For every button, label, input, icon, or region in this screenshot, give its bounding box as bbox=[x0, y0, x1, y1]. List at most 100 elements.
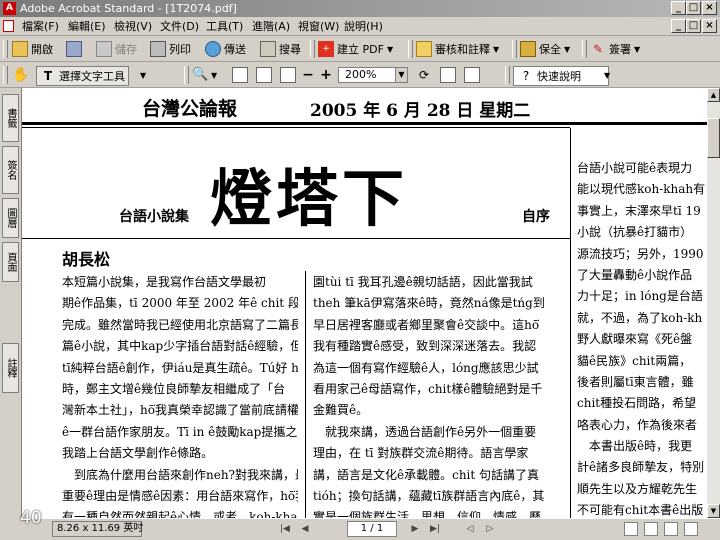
toolbar-grip-4[interactable] bbox=[512, 40, 517, 58]
last-page-icon[interactable]: ▶| bbox=[427, 522, 443, 537]
tab-signatures[interactable]: 簽名 bbox=[2, 146, 19, 194]
create-pdf-button[interactable]: + 建立 PDF ▼ bbox=[318, 40, 393, 58]
doc-restore-button[interactable]: □ bbox=[686, 19, 701, 33]
save-button[interactable]: 儲存 bbox=[96, 40, 137, 58]
send-button[interactable]: 傳送 bbox=[205, 40, 246, 58]
sign-dropdown-icon[interactable]: ▼ bbox=[634, 45, 640, 54]
fit-width-button[interactable] bbox=[280, 66, 296, 84]
lock-icon bbox=[520, 41, 536, 57]
tab-bookmarks[interactable]: 書籤 bbox=[2, 94, 19, 142]
menu-help[interactable]: 說明(H) bbox=[344, 19, 383, 34]
previous-page-icon[interactable]: ◀ bbox=[297, 522, 313, 537]
zoom-tool-dropdown-icon[interactable]: ▼ bbox=[211, 71, 217, 80]
secure-dropdown-icon[interactable]: ▼ bbox=[564, 45, 570, 54]
zoom-dropdown-icon[interactable]: ▼ bbox=[395, 67, 408, 83]
text-line: 台語小說可能ê表現力 bbox=[577, 161, 693, 175]
snapshot-button[interactable] bbox=[464, 66, 480, 84]
vertical-scrollbar[interactable]: ▲ ▼ bbox=[707, 88, 720, 518]
toolbar-grip-3[interactable] bbox=[408, 40, 413, 58]
doc-close-button[interactable]: × bbox=[702, 19, 717, 33]
continuous-layout-icon[interactable] bbox=[644, 522, 658, 536]
menu-edit[interactable]: 編輯(E) bbox=[68, 19, 106, 34]
page-number-field[interactable]: 1 / 1 bbox=[347, 521, 397, 537]
disk-icon bbox=[66, 41, 82, 57]
quick-help-button[interactable]: ? 快速說明 bbox=[513, 66, 609, 86]
search-button[interactable]: 搜尋 bbox=[260, 40, 301, 58]
tools-toolbar: ✋ T 選擇文字工具 ▼ 🔍 ▼ − + 200% ▼ ⟳ ? 快速說明 ▼ bbox=[0, 62, 720, 88]
actual-size-button[interactable] bbox=[232, 66, 248, 84]
review-dropdown-icon[interactable]: ▼ bbox=[493, 45, 499, 54]
create-pdf-dropdown-icon[interactable]: ▼ bbox=[387, 45, 393, 54]
minimize-button[interactable]: _ bbox=[671, 1, 686, 15]
quick-help-dropdown[interactable]: ▼ bbox=[604, 66, 610, 84]
previous-view-icon[interactable]: ◁ bbox=[462, 522, 478, 537]
page-size-readout: 8.26 x 11.69 英吋 bbox=[52, 521, 143, 537]
continuous-facing-layout-icon[interactable] bbox=[684, 522, 698, 536]
scroll-up-icon[interactable]: ▲ bbox=[707, 88, 720, 102]
toolbar-grip-6[interactable] bbox=[3, 66, 8, 84]
doc-minimize-button[interactable]: _ bbox=[671, 19, 686, 33]
rotate-button[interactable]: ⟳ bbox=[416, 66, 432, 84]
menu-tools[interactable]: 工具(T) bbox=[206, 19, 243, 34]
next-view-icon[interactable]: ▷ bbox=[482, 522, 498, 537]
hand-tool-button[interactable]: ✋ bbox=[12, 66, 29, 84]
maximize-button[interactable]: □ bbox=[686, 1, 701, 15]
text-line: 看用家己ê母語寫作，chit樣ê體驗絕對是千 bbox=[313, 381, 543, 396]
scroll-down-icon[interactable]: ▼ bbox=[707, 504, 720, 518]
zoom-in-button[interactable]: + bbox=[318, 66, 334, 84]
text-line: 篇ê小說，其中kap少字插台語對話ê經驗，但對 bbox=[62, 339, 298, 354]
text-line: 我有種踏實ê感受，致到深深迷落去。我認 bbox=[313, 339, 537, 354]
fit-page-icon bbox=[256, 67, 272, 83]
next-page-icon[interactable]: ▶ bbox=[407, 522, 423, 537]
zoom-tool-button[interactable]: 🔍 ▼ bbox=[192, 66, 217, 84]
review-comment-button[interactable]: 審核和註釋 ▼ bbox=[416, 40, 499, 58]
document-view[interactable]: 台灣公論報 2005 年 6 月 28 日 星期二 台語小說集 燈塔下 自序 胡… bbox=[22, 88, 707, 518]
fit-page-button[interactable] bbox=[256, 66, 272, 84]
save-icon-button[interactable] bbox=[66, 40, 82, 58]
toolbar-grip[interactable] bbox=[3, 40, 8, 58]
text-line: 講，語言是文化ê承載體。chit 句話講了真 bbox=[313, 467, 540, 482]
series-title: 台語小說集 bbox=[119, 209, 189, 225]
tab-layers[interactable]: 圖層 bbox=[2, 198, 19, 238]
menu-view[interactable]: 檢視(V) bbox=[114, 19, 152, 34]
tab-pages[interactable]: 頁面 bbox=[2, 242, 19, 282]
print-button[interactable]: 列印 bbox=[150, 40, 191, 58]
review-label: 審核和註釋 bbox=[435, 43, 490, 56]
secure-button[interactable]: 保全 ▼ bbox=[520, 40, 570, 58]
menu-document[interactable]: 文件(D) bbox=[160, 19, 199, 34]
text-line: 源流技巧；另外，1990 bbox=[577, 246, 704, 261]
menu-window[interactable]: 視窗(W) bbox=[298, 19, 339, 34]
newspaper-masthead: 台灣公論報 bbox=[142, 98, 238, 120]
actual-size-icon bbox=[232, 67, 248, 83]
zoom-out-button[interactable]: − bbox=[300, 66, 316, 84]
single-page-layout-icon[interactable] bbox=[624, 522, 638, 536]
quick-help-dropdown-icon[interactable]: ▼ bbox=[604, 71, 610, 80]
sign-button[interactable]: ✎ 簽署 ▼ bbox=[590, 40, 640, 58]
document-icon[interactable] bbox=[3, 20, 14, 32]
text-line: 我踏上台語文學創作ê條路。 bbox=[62, 446, 214, 461]
tab-signatures-label: 簽名 bbox=[5, 160, 16, 180]
select-tool-dropdown-icon[interactable]: ▼ bbox=[140, 71, 146, 80]
zoom-level-field[interactable]: 200% bbox=[338, 67, 396, 83]
text-line: 實是一個族群生活、思想、信仰、情感、歷 bbox=[313, 510, 542, 518]
print-label: 列印 bbox=[169, 43, 191, 56]
scroll-thumb[interactable] bbox=[707, 118, 720, 158]
menu-advanced[interactable]: 進階(A) bbox=[252, 19, 290, 34]
acrobat-app-icon[interactable]: A bbox=[3, 2, 16, 15]
tab-comments[interactable]: 註釋 bbox=[2, 343, 19, 393]
text-line: 理由，在 tī 對族群交流ê期待。語言學家 bbox=[313, 446, 529, 461]
toolbar-grip-2[interactable] bbox=[310, 40, 315, 58]
first-page-icon[interactable]: |◀ bbox=[277, 522, 293, 537]
toolbar-grip-8[interactable] bbox=[505, 66, 510, 84]
select-text-tool-button[interactable]: T 選擇文字工具 bbox=[36, 66, 129, 86]
toolbar-grip-5[interactable] bbox=[582, 40, 587, 58]
select-tool-dropdown[interactable]: ▼ bbox=[140, 66, 146, 84]
title-bar: A Adobe Acrobat Standard - [1T2074.pdf] … bbox=[0, 0, 720, 17]
page-view-button[interactable] bbox=[440, 66, 456, 84]
toolbar-grip-7[interactable] bbox=[184, 66, 189, 84]
open-button[interactable]: 開啟 bbox=[12, 40, 53, 58]
facing-layout-icon[interactable] bbox=[664, 522, 678, 536]
text-cursor-icon: T bbox=[43, 69, 53, 83]
menu-file[interactable]: 檔案(F) bbox=[22, 19, 59, 34]
close-button[interactable]: × bbox=[702, 1, 717, 15]
